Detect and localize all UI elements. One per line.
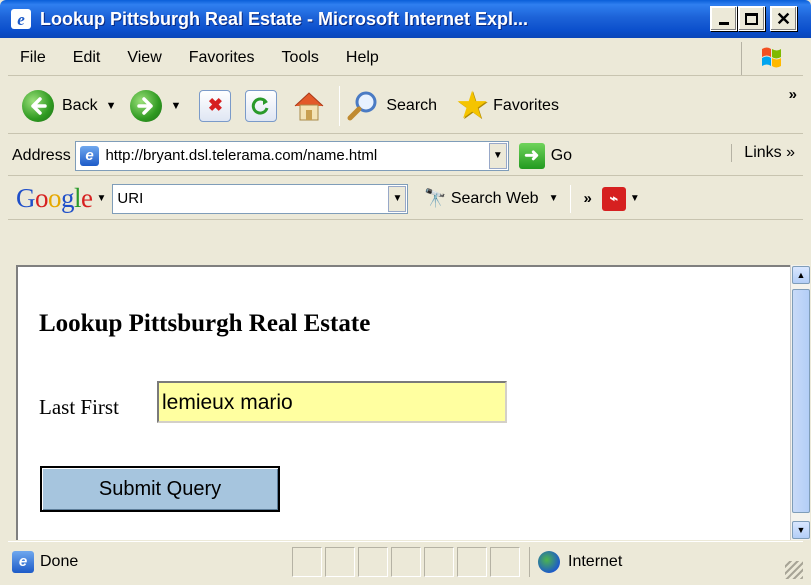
scroll-down-icon[interactable]: ▼ xyxy=(792,521,810,539)
name-input[interactable]: lemieux mario xyxy=(157,381,507,423)
windows-logo-icon xyxy=(741,42,799,75)
globe-icon xyxy=(538,550,560,573)
internet-explorer-icon: e xyxy=(10,8,32,30)
google-search-input[interactable]: URI ▼ xyxy=(112,183,409,214)
address-dropdown-icon[interactable]: ▼ xyxy=(488,142,507,169)
back-arrow-icon xyxy=(22,89,54,122)
forward-dropdown-icon[interactable]: ▼ xyxy=(170,100,181,112)
google-toolbar-separator xyxy=(570,184,572,213)
refresh-icon xyxy=(245,89,278,122)
status-page-icon: e xyxy=(12,550,34,573)
maximize-icon xyxy=(745,12,758,25)
back-label: Back xyxy=(62,96,98,114)
stop-icon: ✖ xyxy=(199,89,232,122)
google-search-value[interactable]: URI xyxy=(113,190,388,207)
zone-label: Internet xyxy=(568,552,623,570)
google-logo-letter: e xyxy=(81,183,93,213)
refresh-button[interactable] xyxy=(245,84,278,128)
scrollbar-thumb[interactable] xyxy=(792,289,810,513)
menu-favorites[interactable]: Favorites xyxy=(175,49,268,67)
status-pane xyxy=(457,546,487,577)
vertical-scrollbar[interactable]: ▲ ▼ xyxy=(790,265,810,540)
menu-edit[interactable]: Edit xyxy=(59,49,114,67)
home-icon xyxy=(291,89,327,123)
title-bar[interactable]: e Lookup Pittsburgh Real Estate - Micros… xyxy=(0,0,811,38)
toolbar-separator xyxy=(339,85,341,126)
google-logo-letter: o xyxy=(35,183,49,213)
svg-text:e: e xyxy=(17,10,25,29)
google-logo-letter: G xyxy=(16,183,36,213)
menu-file[interactable]: File xyxy=(8,49,59,67)
menu-bar: File Edit View Favorites Tools Help xyxy=(8,40,803,76)
close-button[interactable]: ✕ xyxy=(770,6,797,31)
search-web-button[interactable]: Search Web xyxy=(451,190,539,208)
favorites-label: Favorites xyxy=(493,96,559,114)
status-pane xyxy=(424,546,454,577)
back-button[interactable]: Back ▼ xyxy=(8,84,124,128)
google-overflow-icon[interactable]: » xyxy=(583,190,591,207)
address-bar: Address e http://bryant.dsl.telerama.com… xyxy=(8,136,803,176)
window-title: Lookup Pittsburgh Real Estate - Microsof… xyxy=(40,8,529,29)
stop-button[interactable]: ✖ xyxy=(199,84,232,128)
scroll-up-icon[interactable]: ▲ xyxy=(792,266,810,284)
google-logo[interactable]: Google xyxy=(16,183,93,214)
search-button[interactable]: Search xyxy=(346,84,437,128)
forward-arrow-icon xyxy=(130,89,163,122)
menu-view[interactable]: View xyxy=(113,49,174,67)
toolbar-overflow-icon[interactable]: » xyxy=(789,86,797,103)
google-logo-letter: g xyxy=(61,183,75,213)
status-pane xyxy=(325,546,355,577)
security-zone[interactable]: Internet xyxy=(529,546,709,577)
resize-grip-icon[interactable] xyxy=(785,561,803,579)
pdf-icon[interactable]: ⌁ xyxy=(601,186,626,211)
status-pane xyxy=(391,546,421,577)
go-label: Go xyxy=(550,146,573,164)
submit-query-button[interactable]: Submit Query xyxy=(40,466,280,512)
status-pane xyxy=(292,546,322,577)
minimize-button[interactable] xyxy=(710,6,737,31)
last-first-label: Last First xyxy=(39,395,119,419)
google-search-dropdown-icon[interactable]: ▼ xyxy=(388,185,407,212)
status-pane xyxy=(490,546,520,577)
maximize-button[interactable] xyxy=(738,6,765,31)
forward-button[interactable]: ▼ xyxy=(130,84,189,128)
google-toolbar: Google ▼ URI ▼ 🔭 Search Web ▼ » ⌁ ▼ xyxy=(8,178,803,220)
go-arrow-icon: ➜ xyxy=(518,142,545,169)
search-icon xyxy=(346,89,380,123)
page-icon: e xyxy=(79,145,100,166)
favorites-button[interactable]: ★ Favorites xyxy=(443,84,559,128)
standard-toolbar: Back ▼ ▼ ✖ Search ★ Favorites » xyxy=(8,78,803,134)
status-bar: e Done Internet xyxy=(8,541,803,581)
address-url[interactable]: http://bryant.dsl.telerama.com/name.html xyxy=(105,147,488,164)
home-button[interactable] xyxy=(291,84,327,128)
minimize-icon xyxy=(718,22,729,25)
google-menu-dropdown-icon[interactable]: ▼ xyxy=(97,193,107,204)
status-text: Done xyxy=(40,552,79,570)
status-pane xyxy=(358,546,388,577)
address-label: Address xyxy=(12,146,71,164)
go-button[interactable]: ➜ Go xyxy=(518,142,573,169)
google-logo-letter: l xyxy=(74,183,82,213)
binoculars-icon: 🔭 xyxy=(424,188,447,208)
page-heading: Lookup Pittsburgh Real Estate xyxy=(39,310,371,337)
close-icon: ✕ xyxy=(775,8,792,29)
pdf-dropdown-icon[interactable]: ▼ xyxy=(630,193,640,204)
google-logo-letter: o xyxy=(48,183,62,213)
menu-help[interactable]: Help xyxy=(332,49,392,67)
favorites-star-icon: ★ xyxy=(455,84,490,127)
menu-tools[interactable]: Tools xyxy=(268,49,332,67)
search-web-dropdown-icon[interactable]: ▼ xyxy=(549,193,559,204)
back-dropdown-icon[interactable]: ▼ xyxy=(106,100,117,112)
address-input[interactable]: e http://bryant.dsl.telerama.com/name.ht… xyxy=(74,140,509,171)
links-button[interactable]: Links » xyxy=(731,144,795,162)
page-content: Lookup Pittsburgh Real Estate Last First… xyxy=(16,265,790,540)
search-label: Search xyxy=(386,96,438,114)
